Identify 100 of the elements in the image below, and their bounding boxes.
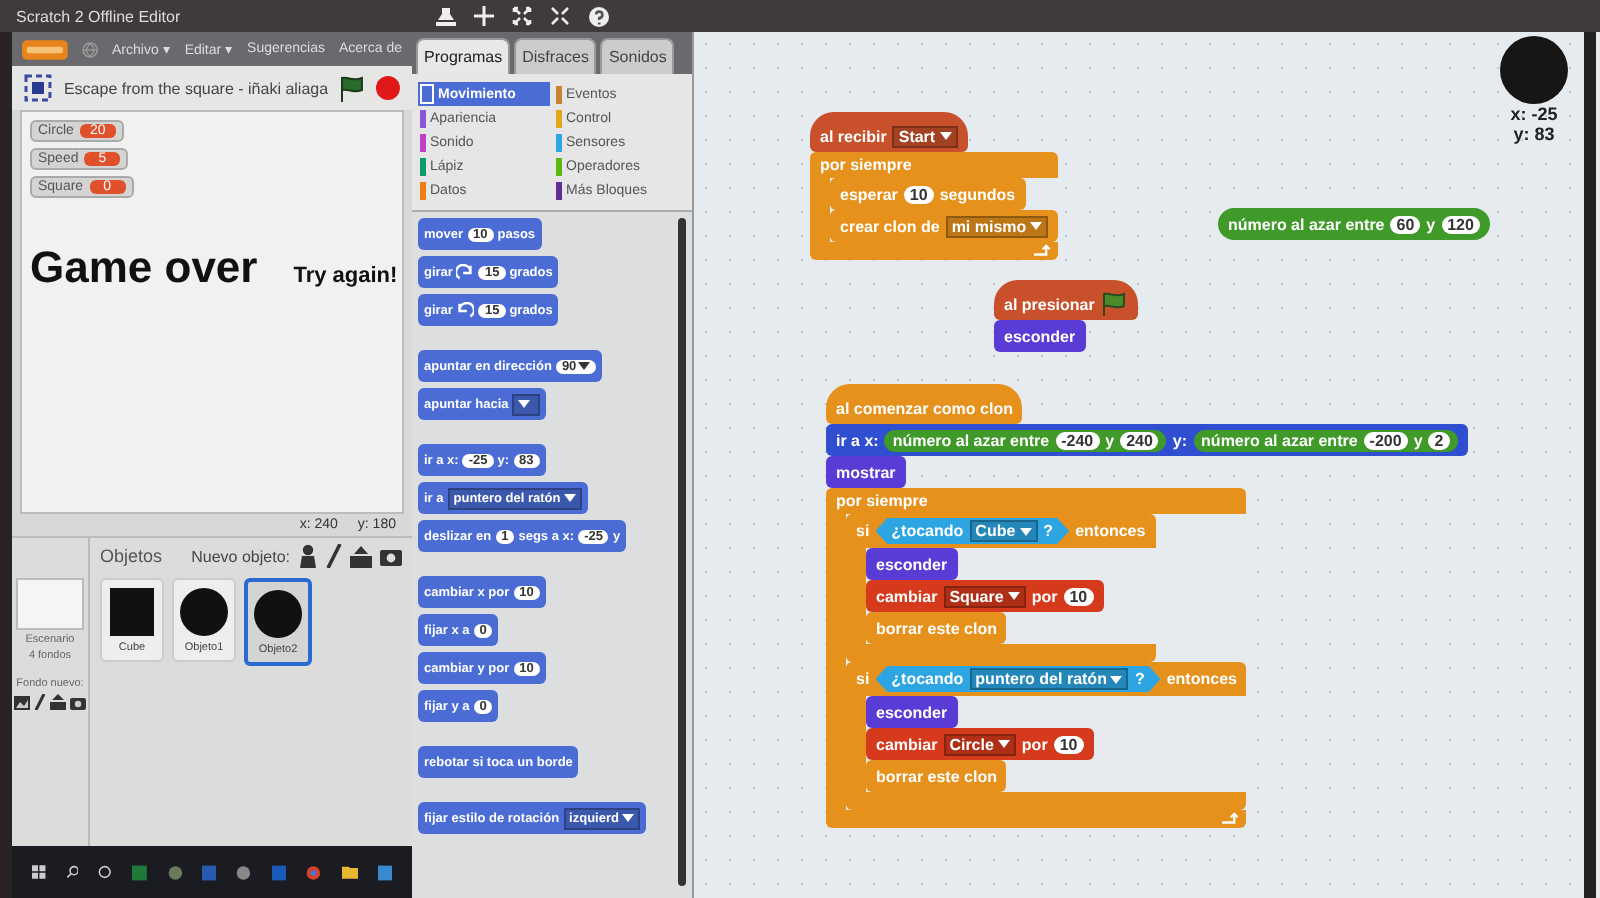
app-icon[interactable] [167, 861, 182, 883]
folder-icon[interactable] [341, 862, 358, 882]
boolean-block[interactable]: ¿tocando Cube ? [875, 518, 1070, 544]
app-icon[interactable] [132, 861, 148, 883]
task-view-icon[interactable] [98, 862, 113, 882]
dropdown-input[interactable]: Start [892, 125, 958, 147]
hat-block[interactable]: al presionar [994, 280, 1139, 320]
window-title: Scratch 2 Offline Editor [16, 7, 183, 25]
code-block[interactable]: esconder [866, 696, 958, 728]
block-label: por [1031, 587, 1058, 605]
number-input[interactable]: 10 [1063, 587, 1094, 605]
caret-icon [1030, 222, 1043, 230]
number-input[interactable]: 2 [1428, 431, 1450, 449]
upload-icon[interactable] [50, 694, 66, 710]
reporter-block[interactable]: número al azar entre -200 y 2 [1193, 429, 1458, 451]
dropdown-input[interactable]: Cube [969, 520, 1038, 542]
rotate-left-icon [456, 301, 475, 319]
brush-icon[interactable] [326, 544, 342, 568]
tab[interactable]: Programas [416, 38, 511, 74]
grow-icon[interactable] [512, 6, 532, 26]
cross-arrows-icon[interactable] [474, 6, 494, 26]
block-label: y: [1172, 431, 1188, 449]
caret-icon [997, 740, 1010, 748]
number-input[interactable]: -200 [1363, 431, 1408, 449]
dropdown-input[interactable] [512, 393, 541, 415]
block-label: esperar [840, 185, 898, 203]
person-icon[interactable] [298, 544, 318, 568]
app-icon[interactable] [201, 861, 217, 883]
app-icon[interactable] [377, 861, 392, 883]
brush-icon[interactable] [34, 694, 46, 710]
picture-icon[interactable] [14, 695, 30, 709]
code-block[interactable]: cambiar Square por 10 [866, 580, 1104, 612]
caret-icon [564, 494, 577, 502]
windows-icon[interactable] [32, 862, 46, 882]
dropdown-input[interactable]: puntero del ratón [969, 668, 1129, 690]
dropdown-input[interactable]: Square [943, 585, 1026, 607]
number-input[interactable]: 240 [1120, 431, 1159, 449]
if-block[interactable]: si ¿tocando Cube ? entonces esconder cambiar Square por 10 borrar este clon [846, 514, 1156, 662]
code-block[interactable]: crear clon de mi mismo [830, 210, 1059, 242]
forever-block[interactable]: por siempre esperar 10 segundos crear clon de mi mismo [810, 152, 1059, 260]
stop-icon[interactable] [376, 76, 400, 100]
shrink-icon[interactable] [550, 6, 570, 26]
block-label: si [856, 522, 870, 540]
dropdown-input[interactable]: mi mismo [945, 215, 1049, 237]
code-block[interactable]: ir a x: número al azar entre -240 y 240 y: número al azar entre -200 y 2 [826, 424, 1468, 456]
block-label: por [1021, 735, 1048, 753]
caret-icon [1019, 527, 1032, 535]
scrollbar[interactable] [1584, 32, 1596, 898]
tab[interactable]: Sonidos [600, 38, 675, 74]
search-icon[interactable] [65, 862, 79, 882]
reporter-block[interactable]: número al azar entre -240 y 240 [884, 429, 1167, 451]
caret-icon [518, 400, 531, 408]
camera-icon[interactable] [380, 546, 402, 566]
camera-icon[interactable] [70, 695, 86, 709]
number-input[interactable]: 10 [1053, 735, 1084, 753]
block-label: esconder [1004, 327, 1076, 345]
caret-icon [578, 362, 591, 370]
hat-block[interactable]: al recibir Start [810, 112, 968, 152]
boolean-block[interactable]: ¿tocando puntero del ratón ? [875, 666, 1161, 692]
scrollbar[interactable] [678, 218, 686, 886]
code-block[interactable]: mostrar [826, 456, 906, 488]
presentation-mode-icon[interactable] [24, 74, 52, 102]
number-input[interactable]: 120 [1441, 215, 1480, 233]
block-label: y [1413, 431, 1423, 449]
help-icon[interactable] [588, 5, 610, 27]
upload-icon[interactable] [350, 545, 372, 567]
block-label: al presionar [1004, 295, 1095, 313]
code-block[interactable]: cambiar Circle por 10 [866, 728, 1094, 760]
code-block[interactable]: esconder [866, 548, 958, 580]
tab[interactable]: Disfraces [514, 38, 597, 74]
caret-icon [622, 814, 635, 822]
logo-icon[interactable] [22, 37, 68, 61]
block-label: entonces [1075, 522, 1146, 540]
number-input[interactable]: 60 [1390, 215, 1421, 233]
block-label: y [1105, 431, 1115, 449]
app-icon[interactable] [271, 861, 287, 883]
block-label: ? [1043, 522, 1054, 540]
stamp-icon[interactable] [436, 5, 456, 27]
block-label: borrar este clon [876, 619, 997, 637]
number-input[interactable]: -240 [1055, 431, 1100, 449]
block-label: entonces [1166, 670, 1237, 688]
sprite-y-readout: y: 83 [1513, 124, 1555, 144]
code-block[interactable]: esconder [994, 320, 1086, 352]
flag-icon[interactable] [340, 75, 365, 101]
block-label: crear clon de [840, 217, 940, 235]
app-icon[interactable] [236, 861, 252, 883]
game-over-text: Game over [30, 242, 258, 294]
forever-block[interactable]: por siempre si ¿tocando Cube ? entonces esconder cambiar Square por 10 borrar este clon si ¿tocando puntero del ratón ? entonces esconder cambiar Circle por 10 borrar este clon [826, 488, 1247, 828]
square-thumbnail [110, 587, 154, 635]
stage-thumbnail[interactable] [16, 578, 84, 630]
block-label: número al azar entre [1228, 215, 1385, 233]
number-input[interactable]: 10 [903, 185, 934, 203]
sprite-x-readout: x: -25 [1510, 104, 1558, 124]
if-block[interactable]: si ¿tocando puntero del ratón ? entonces esconder cambiar Circle por 10 borrar este clon [846, 662, 1247, 810]
reporter-block[interactable]: número al azar entre 60 y 120 [1218, 208, 1490, 240]
circle-thumbnail [254, 589, 302, 637]
dropdown-input[interactable]: Circle [943, 733, 1016, 755]
caret-icon [1007, 592, 1020, 600]
code-block[interactable]: esperar 10 segundos [830, 178, 1026, 210]
app-icon[interactable] [306, 861, 321, 883]
